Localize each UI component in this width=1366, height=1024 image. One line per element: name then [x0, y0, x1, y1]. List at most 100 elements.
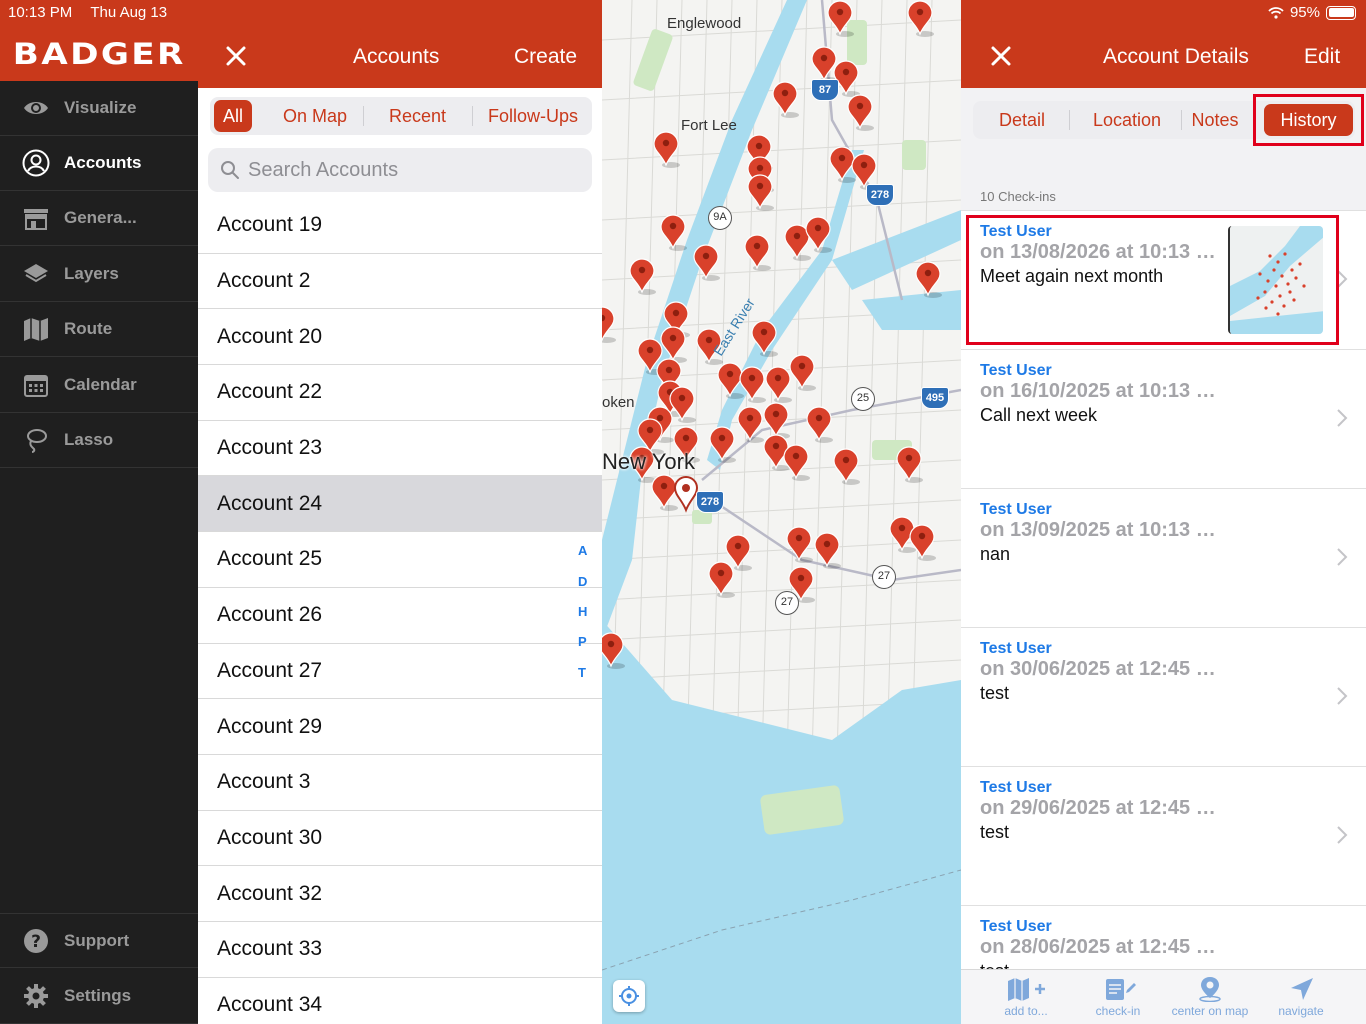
sidebar-item-settings[interactable]: Settings — [0, 969, 198, 1024]
brand-logo: BADGER — [0, 26, 198, 81]
filter-on-map[interactable]: On Map — [270, 97, 360, 135]
sidebar-item-label: Settings — [64, 986, 132, 1005]
account-row[interactable]: Account 27 — [198, 644, 602, 700]
account-row[interactable]: Account 26 — [198, 588, 602, 644]
sidebar-item-layers[interactable]: Layers — [0, 247, 198, 302]
checkin-note: nan — [980, 544, 1011, 564]
sidebar-item-general[interactable]: Genera... — [0, 191, 198, 246]
account-row[interactable]: Account 23 — [198, 421, 602, 477]
close-icon[interactable] — [224, 44, 248, 68]
checkin-date: on 13/09/2025 at 10:13 PM — [980, 519, 1220, 541]
checkin-note: Call next week — [980, 405, 1098, 425]
toolbar-label: center on map — [1171, 1004, 1249, 1018]
account-row[interactable]: Account 30 — [198, 811, 602, 867]
account-row[interactable]: Account 32 — [198, 866, 602, 922]
checkin-note: test — [980, 822, 1010, 842]
filter-all[interactable]: All — [214, 100, 252, 132]
map-label: Fort Lee — [681, 117, 737, 134]
checkin-item[interactable]: Test User on 29/06/2025 at 12:45 PM test — [961, 767, 1366, 906]
edit-button[interactable]: Edit — [1304, 45, 1340, 69]
sidebar-item-label: Layers — [64, 264, 119, 283]
route-shield: 27 — [775, 591, 799, 615]
chevron-right-icon — [1337, 548, 1348, 566]
location-pin-icon — [1199, 977, 1221, 1002]
index-letter[interactable]: D — [578, 574, 587, 589]
route-shield: 25 — [851, 387, 875, 411]
chevron-right-icon — [1337, 409, 1348, 427]
checkin-date: on 28/06/2025 at 12:45 PM — [980, 936, 1220, 958]
add-to-button[interactable]: add to... — [981, 976, 1071, 1018]
brand-name: BADGER — [12, 36, 186, 71]
sidebar-item-accounts[interactable]: Accounts — [0, 136, 198, 191]
index-letter[interactable]: T — [578, 665, 586, 680]
sidebar-item-lasso[interactable]: Lasso — [0, 413, 198, 468]
storefront-icon — [22, 204, 50, 232]
map-view[interactable]: Englewood Fort Lee oken New York East Ri… — [602, 0, 961, 1024]
sidebar-item-visualize[interactable]: Visualize — [0, 81, 198, 136]
filter-segmented-control: All On Map Recent Follow-Ups — [210, 97, 592, 135]
checkin-user[interactable]: Test User — [980, 779, 1366, 797]
filter-follow-ups[interactable]: Follow-Ups — [478, 97, 588, 135]
checkin-date: on 16/10/2025 at 10:13 PM — [980, 380, 1220, 402]
page-title: Accounts — [353, 45, 440, 68]
filter-recent[interactable]: Recent — [370, 97, 465, 135]
checkin-date: on 30/06/2025 at 12:45 PM — [980, 658, 1220, 680]
sidebar-item-label: Accounts — [64, 153, 142, 172]
status-date: Thu Aug 13 — [90, 4, 168, 21]
segment-divider — [1069, 110, 1070, 130]
status-time: 10:13 PM — [8, 4, 73, 21]
tab-location[interactable]: Location — [1075, 101, 1179, 139]
checkin-item[interactable]: Test User on 30/06/2025 at 12:45 PM test — [961, 628, 1366, 767]
account-details-panel: 95% Account Details Edit Detail Location… — [961, 0, 1366, 1024]
search-bar[interactable] — [208, 148, 592, 192]
sidebar-item-support[interactable]: ? Support — [0, 913, 198, 968]
account-row[interactable]: Account 20 — [198, 309, 602, 366]
chevron-right-icon — [1337, 687, 1348, 705]
tab-notes[interactable]: Notes — [1185, 101, 1245, 139]
search-input[interactable] — [248, 158, 568, 182]
account-row[interactable]: Account 19 — [198, 198, 602, 254]
navigate-button[interactable]: navigate — [1256, 976, 1346, 1018]
index-letter[interactable]: P — [578, 634, 587, 649]
details-header: 95% Account Details Edit — [961, 0, 1366, 88]
checkin-user[interactable]: Test User — [980, 501, 1366, 519]
accounts-list: Account 19 Account 2 Account 20 Account … — [198, 198, 602, 1024]
segment-divider — [363, 106, 364, 126]
account-row[interactable]: Account 3 — [198, 755, 602, 811]
sidebar-item-label: Visualize — [64, 98, 137, 117]
eye-icon — [22, 94, 50, 122]
account-row[interactable]: Account 33 — [198, 922, 602, 978]
account-row[interactable]: Account 29 — [198, 699, 602, 755]
account-row[interactable]: Account 34 — [198, 978, 602, 1024]
checkin-user[interactable]: Test User — [980, 362, 1366, 380]
segment-divider — [472, 106, 473, 126]
tab-detail[interactable]: Detail — [977, 101, 1067, 139]
segment-divider — [1181, 110, 1182, 130]
check-in-button[interactable]: check-in — [1073, 976, 1163, 1018]
account-row[interactable]: Account 2 — [198, 254, 602, 310]
sidebar-item-label: Lasso — [64, 430, 114, 449]
person-circle-icon — [22, 149, 50, 177]
account-row-selected[interactable]: Account 24 — [198, 476, 602, 533]
route-shield: 27 — [872, 565, 896, 589]
sidebar-item-calendar[interactable]: Calendar — [0, 358, 198, 413]
account-row[interactable]: Account 25 — [198, 532, 602, 588]
account-row[interactable]: Account 22 — [198, 365, 602, 421]
locate-me-button[interactable] — [613, 980, 645, 1012]
checkin-user[interactable]: Test User — [980, 918, 1366, 936]
checkin-date: on 29/06/2025 at 12:45 PM — [980, 797, 1220, 819]
index-letter[interactable]: H — [578, 604, 587, 619]
checkin-user[interactable]: Test User — [980, 640, 1366, 658]
lasso-icon — [22, 426, 50, 454]
battery-icon — [1326, 5, 1356, 20]
center-on-map-button[interactable]: center on map — [1165, 976, 1255, 1018]
checkin-item[interactable]: Test User on 13/09/2025 at 10:13 PM nan — [961, 489, 1366, 628]
create-button[interactable]: Create — [514, 45, 577, 69]
sidebar-item-label: Route — [64, 319, 113, 338]
section-header: 10 Check-ins — [980, 189, 1056, 204]
sidebar-item-route[interactable]: Route — [0, 302, 198, 357]
checkin-item[interactable]: Test User on 16/10/2025 at 10:13 PM Call… — [961, 350, 1366, 489]
checkin-item[interactable]: Test User on 28/06/2025 at 12:45 PM test — [961, 906, 1366, 970]
close-icon[interactable] — [989, 44, 1013, 68]
index-letter[interactable]: A — [578, 543, 587, 558]
